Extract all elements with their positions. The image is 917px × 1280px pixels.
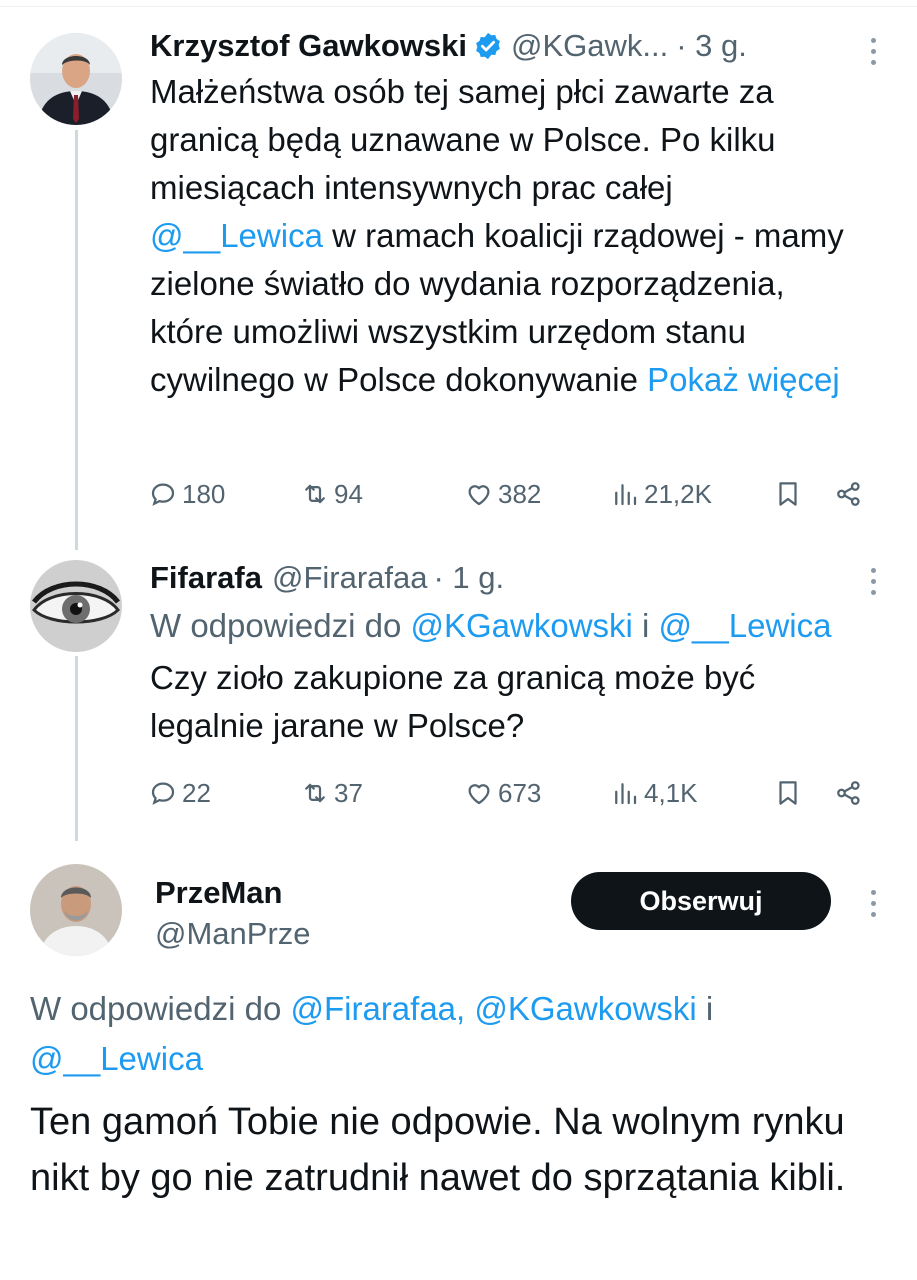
- more-options-icon[interactable]: [871, 38, 879, 71]
- mention-link[interactable]: @Firarafaa, @KGawkowski: [290, 990, 696, 1027]
- show-more-link[interactable]: Pokaż więcej: [647, 361, 840, 398]
- tweet-header: Krzysztof Gawkowski @KGawk... · 3 g.: [150, 26, 887, 66]
- like-count: 382: [498, 478, 542, 509]
- author-name[interactable]: Krzysztof Gawkowski: [150, 26, 467, 66]
- share-icon: [837, 482, 860, 506]
- reply-and: i: [632, 607, 659, 644]
- heart-icon: [468, 485, 490, 506]
- reply-context: W odpowiedzi do @Firarafaa, @KGawkowski …: [30, 984, 877, 1084]
- follow-button[interactable]: Obserwuj: [571, 872, 831, 930]
- reply-button[interactable]: 180: [148, 474, 225, 514]
- views-button[interactable]: 21,2K: [610, 474, 712, 514]
- tweet-gawkowski[interactable]: Krzysztof Gawkowski @KGawk... · 3 g. Mał…: [0, 0, 917, 540]
- retweet-count: 94: [334, 478, 363, 509]
- author-handle[interactable]: @KGawk...: [511, 26, 668, 66]
- mention-link[interactable]: @__Lewica: [150, 217, 323, 254]
- bookmark-icon: [779, 482, 797, 506]
- views-count: 4,1K: [644, 777, 698, 808]
- verified-icon: [476, 32, 500, 60]
- mention-link[interactable]: @KGawkowski: [410, 607, 632, 644]
- author-handle[interactable]: @Firarafaa: [272, 558, 428, 598]
- tweet-actions: 180 94 382 21,2K: [148, 474, 878, 514]
- tweet-text-part: Małżeństwa osób tej samej płci zawarte z…: [150, 73, 776, 206]
- retweet-icon: [305, 783, 325, 803]
- retweet-count: 37: [334, 777, 363, 808]
- reply-prefix: W odpowiedzi do: [30, 990, 291, 1027]
- mention-link[interactable]: @__Lewica: [659, 607, 832, 644]
- heart-icon: [468, 784, 490, 805]
- tweet-fifarafa[interactable]: Fifarafa @Firarafaa · 1 g. W odpowiedzi …: [0, 550, 917, 850]
- more-options-icon[interactable]: [871, 890, 879, 923]
- reply-context: W odpowiedzi do @KGawkowski i @__Lewica: [150, 602, 887, 650]
- main-tweet-przeman: PrzeMan @ManPrze Obserwuj W odpowiedzi d…: [0, 850, 917, 1280]
- mention-link[interactable]: @__Lewica: [30, 1040, 203, 1077]
- tweet-text: Ten gamoń Tobie nie odpowie. Na wolnym r…: [30, 1101, 846, 1199]
- views-button[interactable]: 4,1K: [610, 773, 698, 813]
- retweet-icon: [305, 484, 325, 504]
- like-count: 673: [498, 777, 542, 808]
- author-name[interactable]: PrzeMan: [155, 874, 311, 912]
- share-icon: [837, 781, 860, 805]
- reply-count: 22: [182, 777, 211, 808]
- share-button[interactable]: [834, 474, 868, 514]
- author-handle[interactable]: @ManPrze: [155, 912, 311, 956]
- avatar[interactable]: [30, 33, 122, 125]
- reply-button[interactable]: 22: [148, 773, 211, 813]
- bookmark-button[interactable]: [773, 474, 807, 514]
- views-count: 21,2K: [644, 478, 712, 509]
- reply-and: i: [696, 990, 714, 1027]
- bookmark-icon: [779, 781, 797, 805]
- like-button[interactable]: 382: [464, 474, 541, 514]
- tweet-time[interactable]: · 3 g.: [676, 26, 747, 66]
- reply-prefix: W odpowiedzi do: [150, 607, 411, 644]
- reply-count: 180: [182, 478, 226, 509]
- bookmark-button[interactable]: [773, 773, 807, 813]
- avatar[interactable]: [30, 560, 122, 652]
- reply-icon: [151, 483, 175, 506]
- views-icon: [615, 484, 637, 506]
- avatar[interactable]: [30, 864, 122, 956]
- views-icon: [615, 783, 637, 805]
- share-button[interactable]: [834, 773, 868, 813]
- tweet-actions: 22 37 673 4,1K: [148, 773, 878, 813]
- tweet-header: Fifarafa @Firarafaa · 1 g.: [150, 558, 887, 598]
- retweet-button[interactable]: 37: [300, 773, 363, 813]
- more-options-icon[interactable]: [871, 568, 879, 601]
- author-name[interactable]: Fifarafa: [150, 558, 262, 598]
- tweet-time[interactable]: · 1 g.: [434, 558, 505, 598]
- tweet-text: Czy zioło zakupione za granicą może być …: [150, 659, 756, 744]
- reply-icon: [151, 782, 175, 805]
- tweet-text: Małżeństwa osób tej samej płci zawarte z…: [150, 68, 850, 404]
- retweet-button[interactable]: 94: [300, 474, 363, 514]
- like-button[interactable]: 673: [464, 773, 541, 813]
